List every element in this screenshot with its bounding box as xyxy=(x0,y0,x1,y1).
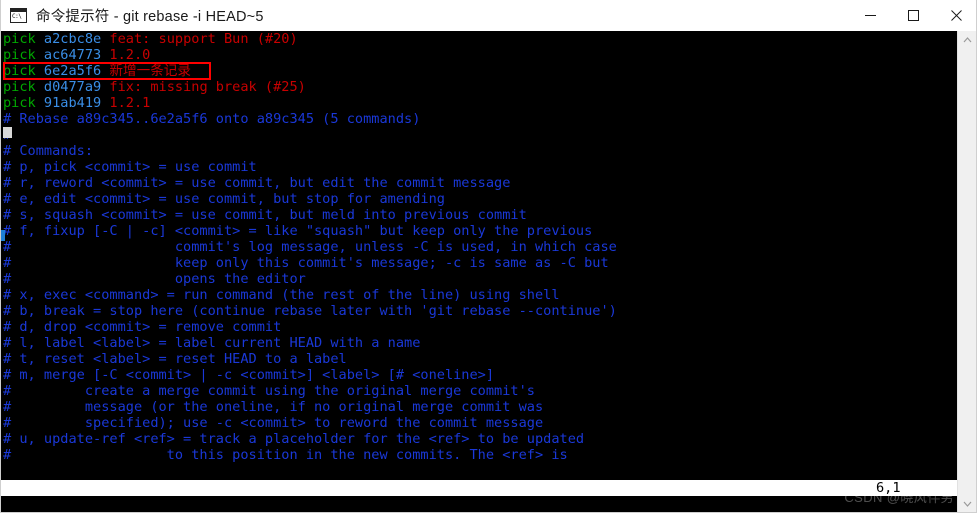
chevron-up-icon xyxy=(963,37,971,43)
close-icon xyxy=(951,10,962,21)
rebase-comment-line: # message (or the oneline, if no origina… xyxy=(3,399,544,415)
rebase-action: pick xyxy=(3,47,36,63)
vim-gutter-thumb[interactable] xyxy=(1,230,5,241)
window-title: 命令提示符 - git rebase -i HEAD~5 xyxy=(36,9,264,25)
rebase-comment-line: # m, merge [-C <commit> | -c <commit>] <… xyxy=(3,367,495,383)
close-button[interactable] xyxy=(935,0,976,31)
vim-left-gutter[interactable] xyxy=(1,31,5,483)
cmd-console-icon xyxy=(10,8,27,23)
rebase-comment-line: # opens the editor xyxy=(3,271,306,287)
rebase-action: pick xyxy=(3,63,36,79)
editor-text-area[interactable]: pick a2cbc8e feat: support Bun (#20) pick… xyxy=(1,31,959,463)
rebase-comment-line: # specified); use -c <commit> to reword … xyxy=(3,415,544,431)
rebase-todo-line[interactable]: pick 6e2a5f6 新增一条记录 xyxy=(1,63,959,79)
window-scrollbar[interactable] xyxy=(957,31,976,512)
rebase-comment-line: # s, squash <commit> = use commit, but m… xyxy=(3,207,527,223)
rebase-todo-line[interactable]: pick a2cbc8e feat: support Bun (#20) xyxy=(1,31,959,47)
rebase-commit-message: fix: missing break (#25) xyxy=(101,79,306,95)
rebase-comment-line: # commit's log message, unless -C is use… xyxy=(3,239,617,255)
rebase-todo-line[interactable]: pick d0477a9 fix: missing break (#25) xyxy=(1,79,959,95)
rebase-comment-line: # Commands: xyxy=(3,143,94,159)
rebase-comment-line: # t, reset <label> = reset HEAD to a lab… xyxy=(3,351,347,367)
rebase-comment-line: # x, exec <command> = run command (the r… xyxy=(3,287,560,303)
rebase-commit-hash: a2cbc8e xyxy=(35,31,102,47)
maximize-button[interactable] xyxy=(892,0,935,31)
rebase-commit-hash: 6e2a5f6 xyxy=(35,63,102,79)
rebase-comment-line: # create a merge commit using the origin… xyxy=(3,383,535,399)
vim-mode-line: -- INSERT -- xyxy=(1,496,959,512)
minimize-icon xyxy=(865,15,876,16)
terminal-surface[interactable]: pick a2cbc8e feat: support Bun (#20) pick… xyxy=(1,31,959,512)
window-controls xyxy=(849,0,976,31)
rebase-comment-line: # f, fixup [-C | -c] <commit> = like "sq… xyxy=(3,223,593,239)
rebase-commit-hash: ac64773 xyxy=(35,47,102,63)
rebase-comment-line: # xyxy=(1,127,959,143)
rebase-commit-message: 1.2.1 xyxy=(101,95,151,111)
cmd-window: 命令提示符 - git rebase -i HEAD~5 pick a2cbc8… xyxy=(0,0,977,513)
rebase-commit-message: feat: support Bun (#20) xyxy=(101,31,298,47)
title-bar[interactable]: 命令提示符 - git rebase -i HEAD~5 xyxy=(1,0,976,32)
rebase-todo-line[interactable]: pick ac64773 1.2.0 xyxy=(1,47,959,63)
rebase-action: pick xyxy=(3,95,36,111)
scroll-up-button[interactable] xyxy=(958,31,976,49)
scroll-down-button[interactable] xyxy=(958,495,976,512)
rebase-action: pick xyxy=(3,79,36,95)
minimize-button[interactable] xyxy=(849,0,892,31)
rebase-todo-line[interactable]: pick 91ab419 1.2.1 xyxy=(1,95,959,111)
maximize-icon xyxy=(908,10,919,21)
chevron-down-icon xyxy=(963,501,971,507)
rebase-comment-line: # keep only this commit's message; -c is… xyxy=(3,255,609,271)
rebase-commit-message: 1.2.0 xyxy=(101,47,151,63)
rebase-comment-line: # l, label <label> = label current HEAD … xyxy=(3,335,421,351)
vim-status-line: .git/rebase-merge/git-rebase-todo[+] [un… xyxy=(1,480,959,512)
vim-status-position: 6,1 Top xyxy=(876,480,901,496)
rebase-comment-line: # d, drop <commit> = remove commit xyxy=(3,319,282,335)
rebase-comment-line: # b, break = stop here (continue rebase … xyxy=(3,303,617,319)
rebase-action: pick xyxy=(3,31,36,47)
rebase-comment-line: # e, edit <commit> = use commit, but sto… xyxy=(3,191,445,207)
rebase-comment-line: # Rebase a89c345..6e2a5f6 onto a89c345 (… xyxy=(3,111,421,127)
rebase-commit-message: 新增一条记录 xyxy=(101,63,191,79)
rebase-comment-line: # r, reword <commit> = use commit, but e… xyxy=(3,175,511,191)
rebase-commit-hash: d0477a9 xyxy=(35,79,102,95)
rebase-commit-hash: 91ab419 xyxy=(35,95,102,111)
rebase-comment-line: # p, pick <commit> = use commit xyxy=(3,159,257,175)
rebase-comment-line: # u, update-ref <ref> = track a placehol… xyxy=(3,431,585,447)
rebase-comment-line: # to this position in the new commits. T… xyxy=(3,447,568,463)
